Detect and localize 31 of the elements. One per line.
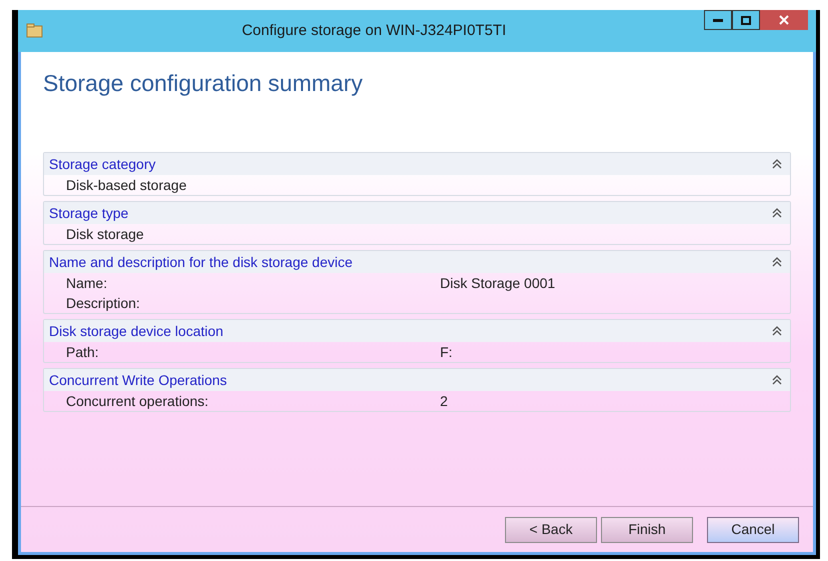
minimize-button[interactable]: [704, 10, 732, 30]
section-title: Storage type: [49, 204, 128, 223]
folder-icon: [26, 23, 44, 39]
section-title: Disk storage device location: [49, 322, 224, 341]
collapse-chevron-icon[interactable]: [772, 257, 782, 267]
field-label: Path:: [66, 342, 100, 362]
collapse-chevron-icon[interactable]: [772, 159, 782, 169]
field-label: Disk-based storage: [66, 176, 188, 195]
window-title: Configure storage on WIN-J324PI0T5TI: [240, 20, 508, 41]
dialog-button[interactable]: < Back: [505, 516, 597, 542]
close-button[interactable]: [760, 10, 808, 30]
minimize-icon: [713, 18, 723, 22]
dialog-button[interactable]: Cancel: [707, 516, 799, 542]
page-heading: Storage configuration summary: [42, 69, 364, 98]
field-label: Description:: [66, 294, 141, 313]
section-title: Concurrent Write Operations: [49, 370, 227, 390]
field-label: Name:: [66, 274, 108, 292]
dialog-button[interactable]: Finish: [601, 516, 693, 542]
field-value: Disk Storage 0001: [440, 274, 556, 293]
maximize-icon: [741, 16, 751, 24]
field-value: 2: [440, 392, 448, 410]
collapse-chevron-icon[interactable]: [772, 326, 782, 336]
section-title: Storage category: [49, 154, 156, 174]
collapse-chevron-icon[interactable]: [772, 375, 782, 385]
section-title: Name and description for the disk storage device: [49, 252, 352, 272]
maximize-button[interactable]: [732, 10, 760, 30]
close-icon: [779, 15, 789, 25]
field-value: F:: [440, 342, 452, 362]
field-label: Concurrent operations:: [66, 392, 210, 411]
field-label: Disk storage: [66, 224, 145, 244]
collapse-chevron-icon[interactable]: [772, 208, 782, 218]
